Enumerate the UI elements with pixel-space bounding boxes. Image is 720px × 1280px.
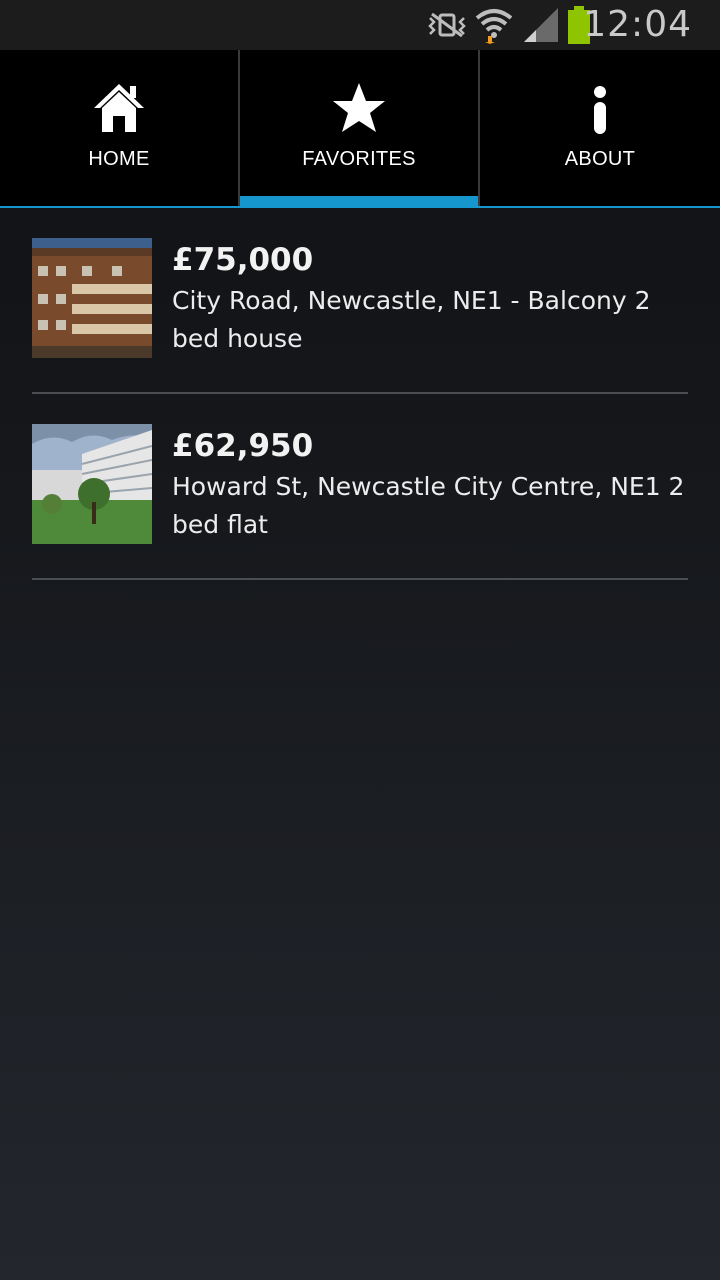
wifi-icon (474, 6, 514, 49)
star-icon (332, 74, 386, 134)
listing-price: £62,950 (172, 428, 314, 464)
info-icon (592, 74, 608, 134)
selected-tab-indicator (240, 196, 478, 206)
status-bar: 12:04 (0, 0, 720, 50)
tab-bar: HOME FAVORITES ABOUT (0, 50, 720, 208)
listing-address: Howard St, Newcastle City Centre, NE1 2 … (172, 472, 685, 539)
tab-home[interactable]: HOME (0, 50, 238, 206)
tab-favorites[interactable]: FAVORITES (238, 50, 478, 206)
list-item[interactable]: £75,000 City Road, Newcastle, NE1 - Balc… (32, 208, 688, 394)
vibrate-icon (428, 12, 466, 43)
screen: 12:04 HOME FAVORITES ABOUT £75,000 City … (0, 0, 720, 1280)
favorites-list: £75,000 City Road, Newcastle, NE1 - Balc… (32, 208, 688, 580)
listing-address: City Road, Newcastle, NE1 - Balcony 2 be… (172, 286, 651, 353)
home-icon (92, 74, 146, 134)
list-item[interactable]: £62,950 Howard St, Newcastle City Centre… (32, 394, 688, 580)
property-photo (32, 238, 152, 358)
tab-home-label: HOME (88, 148, 150, 170)
tab-about-label: ABOUT (564, 148, 636, 170)
tab-about[interactable]: ABOUT (478, 50, 720, 206)
listing-price: £75,000 (172, 242, 314, 278)
property-photo (32, 424, 152, 544)
signal-icon (524, 8, 560, 49)
tab-favorites-label: FAVORITES (302, 148, 416, 170)
clock: 12:04 (583, 4, 692, 45)
